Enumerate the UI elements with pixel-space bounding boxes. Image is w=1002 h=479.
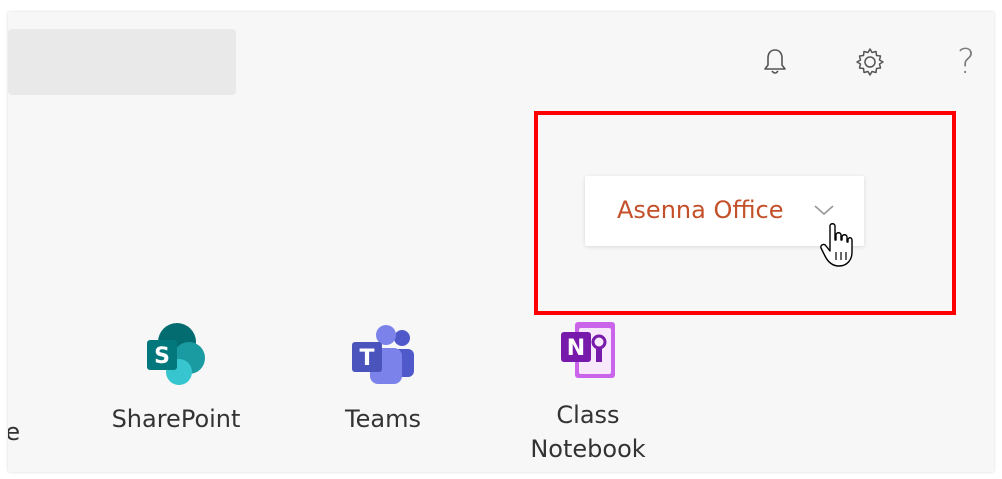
top-bar: ? [8,12,994,107]
hand-cursor-icon [820,222,854,272]
gear-icon[interactable] [850,40,890,84]
app-label: te [8,418,21,446]
app-label: Teams [345,405,421,433]
svg-text:S: S [154,344,170,369]
app-label-line1: Class [556,401,620,429]
app-tile-sharepoint[interactable]: S SharePoint [104,320,248,436]
sharepoint-icon: S [104,320,248,394]
app-label-line2: Notebook [530,435,646,463]
app-tile-teams[interactable]: T Teams [328,324,438,436]
app-label: SharePoint [111,405,241,433]
svg-text:N: N [567,336,585,361]
bell-icon[interactable] [755,40,795,84]
office-home-page: ? Asenna Office te S [8,12,994,472]
app-tile-class-notebook[interactable]: N Class Notebook [518,320,658,466]
chevron-down-icon [813,202,835,221]
teams-icon: T [328,324,438,394]
svg-text:T: T [359,346,374,371]
search-input[interactable] [8,29,236,95]
class-notebook-icon: N [518,320,658,390]
tenant-name: Asenna Office [617,196,784,224]
help-icon[interactable]: ? [946,40,986,84]
